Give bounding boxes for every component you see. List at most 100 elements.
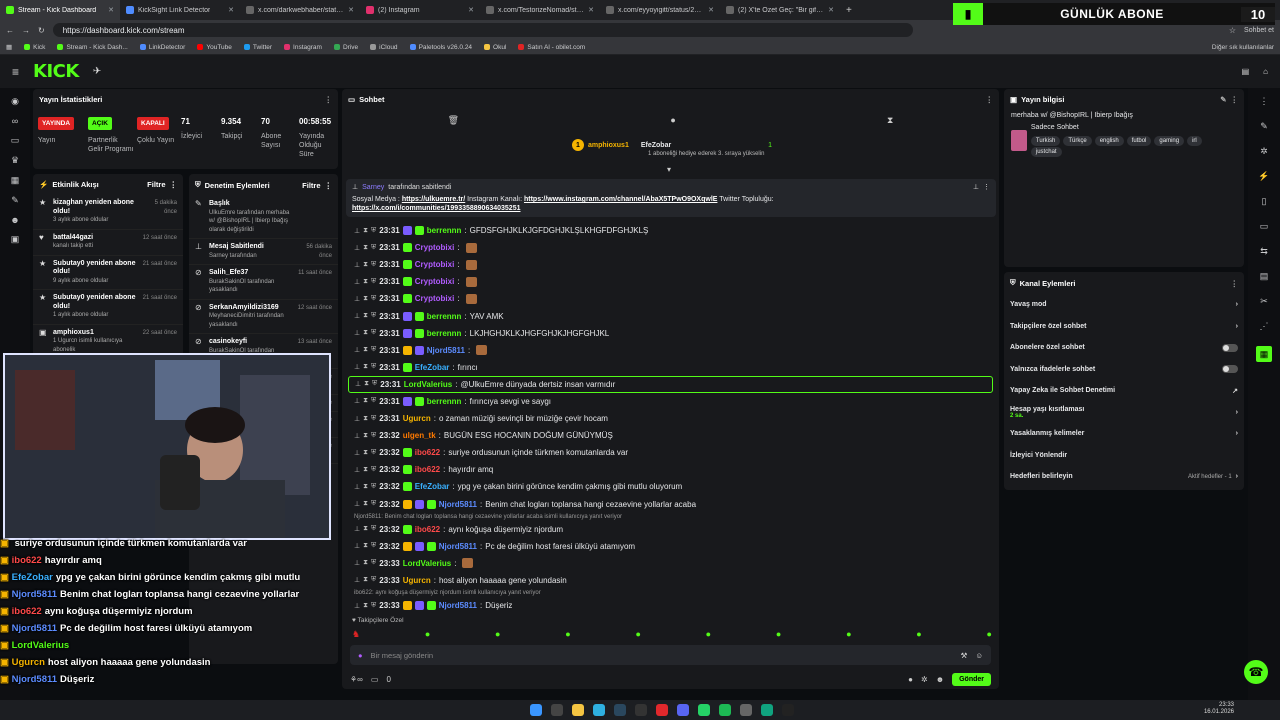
ban-icon[interactable]: ⛨: [371, 329, 376, 337]
browser-tab[interactable]: Stream - Kick Dashboard ✕: [0, 0, 120, 20]
message-username[interactable]: Cryptobixi: [415, 277, 455, 286]
timeout-icon[interactable]: ⧗: [363, 346, 368, 354]
pinned-link[interactable]: https://x.com/i/communities/199335889063…: [352, 205, 520, 212]
ban-icon[interactable]: ⛨: [371, 295, 376, 303]
bookmark-item[interactable]: YouTube: [197, 44, 232, 51]
toggle-switch[interactable]: [1222, 365, 1238, 374]
pin-message-icon[interactable]: ⊥: [354, 500, 360, 508]
pin-message-icon[interactable]: ⊥: [354, 295, 360, 303]
channel-action[interactable]: Hedefleri belirleyin Aktif hedefler - 1 ›: [1004, 466, 1244, 488]
other-bookmarks[interactable]: Diğer sık kullanılanlar: [1212, 44, 1274, 51]
chat-icon[interactable]: ●: [908, 675, 913, 684]
green-box-icon[interactable]: ▦: [1256, 346, 1272, 362]
message-username[interactable]: Njord5811: [439, 500, 477, 509]
channel-action[interactable]: Yalnızca ifadelerle sohbet: [1004, 359, 1244, 381]
pinned-link[interactable]: https://ulkuemre.tr/: [402, 196, 465, 203]
trash-icon[interactable]: 🗑: [448, 115, 459, 126]
windows-icon[interactable]: [530, 704, 542, 716]
emote-icon[interactable]: ●: [425, 629, 430, 640]
steam-icon[interactable]: [614, 704, 626, 716]
more-icon[interactable]: ⋮: [983, 183, 990, 192]
forward-icon[interactable]: →: [22, 26, 30, 35]
timeout-icon[interactable]: ⧗: [363, 525, 368, 533]
profile-button[interactable]: Sohbet et: [1244, 27, 1274, 34]
bookmark-star-icon[interactable]: ☆: [1229, 26, 1236, 35]
timeout-icon[interactable]: ⧗: [363, 466, 368, 474]
pin-message-icon[interactable]: ⊥: [354, 397, 360, 405]
pin-message-icon[interactable]: ⊥: [354, 483, 360, 491]
timeout-icon[interactable]: ⧗: [363, 542, 368, 550]
pin-message-icon[interactable]: ⊥: [354, 602, 360, 610]
send-button[interactable]: Gönder: [952, 672, 991, 686]
chat-message[interactable]: ⊥ ⧗ ⛨ 23:32 ibo622: hayırdır amq: [348, 461, 993, 478]
pin-message-icon[interactable]: ⊥: [354, 346, 360, 354]
message-username[interactable]: ibo622: [415, 525, 440, 534]
ban-icon[interactable]: ⛨: [371, 346, 376, 354]
ban-icon[interactable]: ⛨: [371, 261, 376, 269]
timeout-icon[interactable]: ⧗: [363, 295, 368, 303]
app-icon[interactable]: [740, 704, 752, 716]
stream-tag[interactable]: irl: [1187, 136, 1202, 146]
feed-item[interactable]: ✎ Başlık UlkuEmre tarafından merhaba w/ @B…: [189, 196, 338, 239]
ban-icon[interactable]: ⛨: [372, 380, 377, 388]
hourglass-icon[interactable]: ⧗: [887, 115, 893, 126]
capcut-icon[interactable]: [782, 704, 794, 716]
browser-tab[interactable]: (2) X'te Özet Geç: "Bir gift, "Squid ✕: [720, 0, 840, 20]
timeout-icon[interactable]: ⧗: [363, 261, 368, 269]
message-username[interactable]: berrennn: [427, 329, 462, 338]
feed-item[interactable]: ★ kizaghan yeniden abone oldu! 3 aylık abo…: [33, 195, 183, 230]
menu-icon[interactable]: ≡: [12, 65, 19, 79]
pin-message-icon[interactable]: ⊥: [354, 432, 360, 440]
timeout-icon[interactable]: ⧗: [363, 500, 368, 508]
more-icon[interactable]: ⋮: [1231, 279, 1239, 288]
chat-message[interactable]: ⊥ ⧗ ⛨ 23:31 Cryptobixi:: [348, 256, 993, 273]
chat-message[interactable]: ⊥ ⧗ ⛨ 23:31 berrennn: YAV AMK: [348, 307, 993, 324]
message-username[interactable]: Ugurcn: [403, 414, 431, 423]
chat-message[interactable]: ⊥ ⧗ ⛨ 23:33 Njord5811: Düşeriz: [348, 597, 993, 612]
browser-tab[interactable]: (2) Instagram ✕: [360, 0, 480, 20]
chat-message[interactable]: ⊥ ⧗ ⛨ 23:31 Ugurcn: o zaman müziği sevinçli b…: [348, 410, 993, 427]
ban-icon[interactable]: ⛨: [371, 602, 376, 610]
stream-tag[interactable]: Türkçe: [1063, 136, 1092, 146]
pin-message-icon[interactable]: ⊥: [354, 261, 360, 269]
stream-tag[interactable]: futbol: [1126, 136, 1152, 146]
timeout-icon[interactable]: ⧗: [363, 227, 368, 235]
feed-item[interactable]: ⊘ Salih_Efe37 BurakSakinOl tarafından yasa…: [189, 265, 338, 300]
more-icon[interactable]: ⋮: [325, 95, 333, 104]
message-username[interactable]: Cryptobixi: [415, 294, 455, 303]
chat-message[interactable]: ⊥ ⧗ ⛨ 23:31 Cryptobixi:: [348, 273, 993, 290]
timeout-icon[interactable]: ⧗: [363, 397, 368, 405]
channel-action[interactable]: Yasaklanmış kelimeler ›: [1004, 423, 1244, 445]
tab-close-icon[interactable]: ✕: [108, 6, 114, 14]
emote-icon[interactable]: ●: [846, 629, 851, 640]
ban-icon[interactable]: ⛨: [371, 415, 376, 423]
timeout-icon[interactable]: ⧗: [363, 312, 368, 320]
ban-icon[interactable]: ⛨: [371, 466, 376, 474]
ban-icon[interactable]: ⛨: [371, 483, 376, 491]
ban-icon[interactable]: ⛨: [371, 576, 376, 584]
ban-icon[interactable]: ⛨: [371, 432, 376, 440]
people-icon[interactable]: ☻: [936, 675, 944, 684]
edge-icon[interactable]: [593, 704, 605, 716]
stream-tag[interactable]: Turkish: [1030, 136, 1061, 146]
chat-message[interactable]: ⊥ ⧗ ⛨ 23:33 LordValerius:: [348, 555, 993, 572]
feed-item[interactable]: ★ Subutay0 yeniden abone oldu! 9 aylık abo…: [33, 256, 183, 290]
message-username[interactable]: Ugurcn: [403, 576, 431, 585]
message-username[interactable]: LordValerius: [403, 559, 451, 568]
phone-icon[interactable]: ▯: [1262, 196, 1267, 207]
timeout-icon[interactable]: ⧗: [363, 415, 368, 423]
chatgpt-icon[interactable]: [761, 704, 773, 716]
timeout-icon[interactable]: ⧗: [363, 363, 368, 371]
chat-message[interactable]: ⊥ ⧗ ⛨ 23:32 ulgen_tk: BUGÜN ESG HOCANIN DOĞUM…: [348, 427, 993, 444]
pin-message-icon[interactable]: ⊥: [354, 559, 360, 567]
tab-close-icon[interactable]: ✕: [708, 6, 714, 14]
timeout-icon[interactable]: ⧗: [363, 483, 368, 491]
ban-icon[interactable]: ⛨: [371, 244, 376, 252]
channel-action[interactable]: İzleyici Yönlendir: [1004, 445, 1244, 467]
browser-tab[interactable]: x.com/darkwebhaber/status/2011 ✕: [240, 0, 360, 20]
chat-message[interactable]: ⊥ ⧗ ⛨ 23:31 Cryptobixi:: [348, 290, 993, 307]
chat-message[interactable]: ⊥ ⧗ ⛨ 23:32 Njord5811: Benim chat logları top…: [348, 496, 993, 513]
ban-icon[interactable]: ⛨: [371, 363, 376, 371]
ban-icon[interactable]: ⛨: [371, 559, 376, 567]
emote-picker-icon[interactable]: ⚒: [961, 651, 968, 660]
